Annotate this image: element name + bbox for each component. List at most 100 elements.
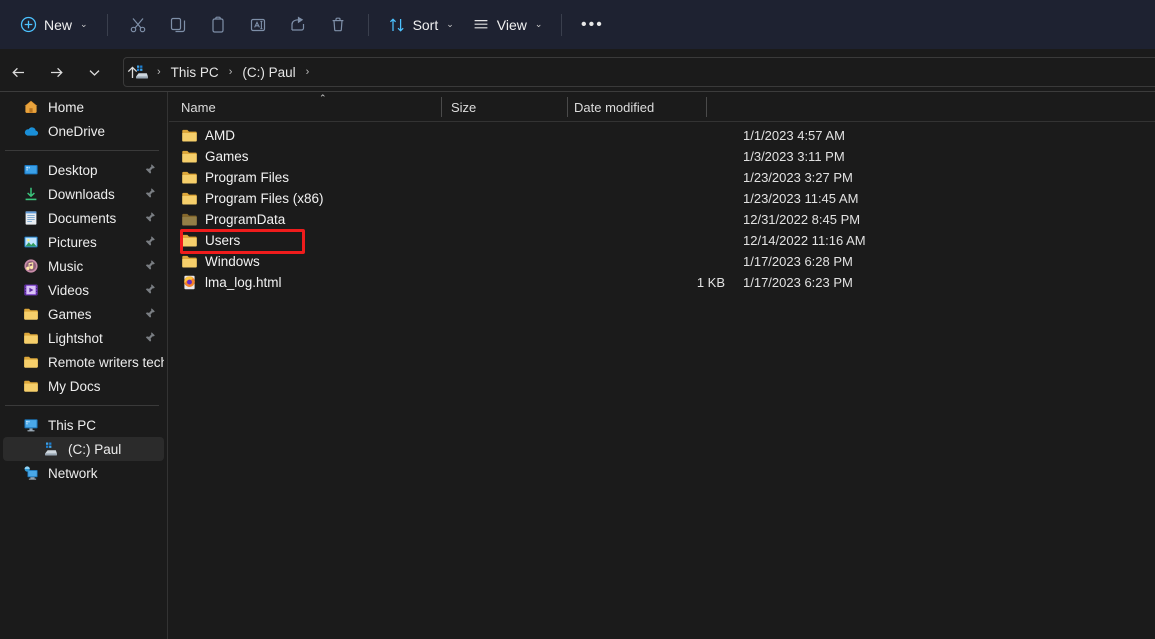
- view-list-icon: [472, 16, 490, 34]
- folder-icon: [181, 127, 198, 144]
- breadcrumb-separator: ›: [305, 66, 310, 78]
- sidebar-item-remote-writers-tech[interactable]: Remote writers tech: [3, 350, 164, 374]
- sidebar-item-network[interactable]: Network: [3, 461, 164, 485]
- address-breadcrumb-bar[interactable]: › This PC › (C:) Paul ›: [123, 57, 1155, 87]
- view-button-label: View: [496, 16, 527, 33]
- downloads-icon: [23, 186, 39, 202]
- copy-button[interactable]: [158, 9, 198, 41]
- column-header-name-label: Name: [181, 99, 216, 115]
- sidebar-item-label: Downloads: [48, 186, 115, 202]
- new-button-label: New: [44, 16, 73, 33]
- sidebar-item-c-paul[interactable]: (C:) Paul: [3, 437, 164, 461]
- column-divider-1[interactable]: [441, 97, 442, 117]
- file-name: Program Files: [205, 170, 290, 185]
- sort-button[interactable]: Sort ⌄: [379, 9, 463, 41]
- navigation-sidebar: Home OneDrive Desktop Downloads Document…: [0, 92, 168, 639]
- table-row[interactable]: Windows 1/17/2023 6:28 PM: [169, 251, 1155, 272]
- pin-icon: [143, 163, 156, 176]
- column-header-date-modified[interactable]: Date modified: [574, 92, 654, 122]
- sidebar-item-desktop[interactable]: Desktop: [3, 158, 164, 182]
- column-header-size-label: Size: [451, 99, 477, 115]
- videos-icon: [23, 282, 39, 298]
- chevron-down-icon: ⌄: [80, 19, 88, 29]
- chevron-down-icon: ⌄: [534, 19, 543, 29]
- desktop-icon: [23, 162, 39, 178]
- sidebar-item-label: Home: [48, 99, 85, 115]
- rename-button[interactable]: [238, 9, 278, 41]
- new-button[interactable]: New ⌄: [10, 9, 97, 41]
- column-header-row: Name ⌃ Size Date modified: [169, 92, 1155, 122]
- sidebar-item-pictures[interactable]: Pictures: [3, 230, 164, 254]
- column-header-name[interactable]: Name ⌃: [181, 92, 327, 122]
- copy-icon: [169, 16, 187, 34]
- file-size: 1 KB: [696, 275, 725, 290]
- file-date-modified: 1/23/2023 11:45 AM: [743, 191, 859, 206]
- circle-plus-icon: [19, 16, 37, 34]
- table-row[interactable]: lma_log.html 1 KB 1/17/2023 6:23 PM: [169, 272, 1155, 293]
- sort-arrows-icon: [388, 16, 406, 34]
- share-icon: [289, 16, 307, 34]
- table-row[interactable]: Users 12/14/2022 11:16 AM: [169, 229, 1155, 254]
- cut-button[interactable]: [118, 9, 158, 41]
- sidebar-item-this-pc[interactable]: This PC: [3, 413, 164, 437]
- pin-icon: [143, 211, 156, 224]
- breadcrumb-separator: ›: [228, 66, 233, 78]
- table-row[interactable]: Games 1/3/2023 3:11 PM: [169, 146, 1155, 167]
- column-divider-3[interactable]: [706, 97, 707, 117]
- sidebar-item-my-docs[interactable]: My Docs: [3, 374, 164, 398]
- breadcrumb-c-paul[interactable]: (C:) Paul: [238, 63, 299, 82]
- share-button[interactable]: [278, 9, 318, 41]
- sidebar-item-label: Music: [48, 258, 84, 274]
- file-rows: AMD 1/1/2023 4:57 AM Games 1/3/2023 3:11…: [169, 122, 1155, 293]
- sidebar-item-documents[interactable]: Documents: [3, 206, 164, 230]
- table-row[interactable]: AMD 1/1/2023 4:57 AM: [169, 125, 1155, 146]
- toolbar-divider-1: [106, 13, 108, 36]
- view-button[interactable]: View ⌄: [463, 9, 552, 41]
- sidebar-item-games[interactable]: Games: [3, 302, 164, 326]
- trash-icon: [329, 16, 347, 34]
- more-options-button[interactable]: •••: [572, 9, 612, 41]
- file-name: Games: [205, 149, 249, 164]
- forward-button[interactable]: [41, 57, 71, 87]
- recent-locations-button[interactable]: [79, 57, 109, 87]
- sidebar-item-home[interactable]: Home: [3, 95, 164, 119]
- column-header-size[interactable]: Size: [451, 92, 476, 122]
- file-date-modified: 1/3/2023 3:11 PM: [743, 149, 845, 164]
- folder-icon: [181, 211, 198, 228]
- pin-icon: [143, 307, 156, 320]
- sidebar-item-downloads[interactable]: Downloads: [3, 182, 164, 206]
- column-divider-2[interactable]: [567, 97, 568, 117]
- delete-button[interactable]: [318, 9, 358, 41]
- chevron-down-icon: ⌄: [446, 19, 454, 29]
- breadcrumb-this-pc[interactable]: This PC: [167, 63, 223, 82]
- paste-button[interactable]: [198, 9, 238, 41]
- rename-icon: [249, 16, 267, 34]
- table-row[interactable]: ProgramData 12/31/2022 8:45 PM: [169, 209, 1155, 230]
- sidebar-item-music[interactable]: Music: [3, 254, 164, 278]
- folder-icon: [181, 148, 198, 165]
- folder-icon: [181, 190, 198, 207]
- folder-icon: [23, 330, 39, 346]
- sidebar-item-label: Documents: [48, 210, 117, 226]
- folder-icon: [23, 306, 39, 322]
- table-row[interactable]: Program Files 1/23/2023 3:27 PM: [169, 167, 1155, 188]
- sidebar-item-onedrive[interactable]: OneDrive: [3, 119, 164, 143]
- sidebar-item-label: Pictures: [48, 234, 97, 250]
- folder-icon: [181, 253, 198, 270]
- pin-icon: [143, 235, 156, 248]
- pin-icon: [143, 283, 156, 296]
- command-toolbar: New ⌄ Sort ⌄ View ⌄ •••: [0, 0, 1155, 49]
- file-date-modified: 1/17/2023 6:28 PM: [743, 254, 853, 269]
- file-date-modified: 12/14/2022 11:16 AM: [743, 233, 866, 248]
- sidebar-item-videos[interactable]: Videos: [3, 278, 164, 302]
- sidebar-item-label: Remote writers tech: [48, 354, 164, 370]
- toolbar-divider-2: [367, 13, 369, 36]
- file-date-modified: 1/17/2023 6:23 PM: [743, 275, 853, 290]
- back-button[interactable]: [3, 57, 33, 87]
- sidebar-item-label: Network: [48, 465, 98, 481]
- sidebar-item-lightshot[interactable]: Lightshot: [3, 326, 164, 350]
- pictures-icon: [23, 234, 39, 250]
- file-name: Windows: [205, 254, 260, 269]
- sidebar-item-label: This PC: [48, 417, 97, 433]
- table-row[interactable]: Program Files (x86) 1/23/2023 11:45 AM: [169, 188, 1155, 209]
